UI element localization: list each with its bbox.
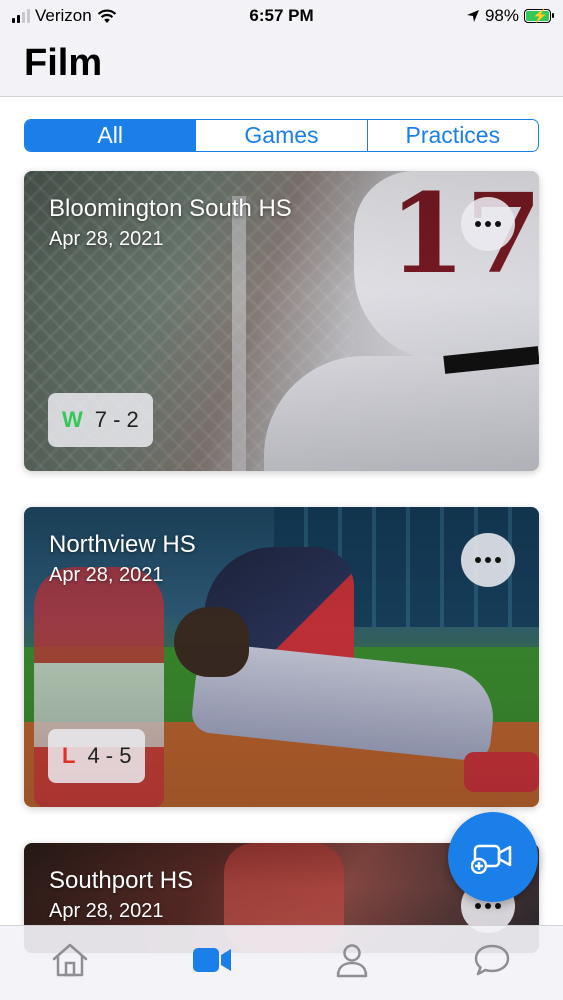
tab-messages[interactable] (470, 940, 514, 980)
status-right: 98% ⚡ (466, 6, 554, 26)
page-title: Film (24, 42, 103, 84)
result-letter: W (62, 407, 83, 432)
video-camera-icon (193, 948, 231, 972)
film-card[interactable]: Northview HS Apr 28, 2021 L 4 - 5 (24, 507, 539, 807)
film-card[interactable]: 17 Bloomington South HS Apr 28, 2021 W 7… (24, 171, 539, 471)
filter-segmented-control: All Games Practices (24, 119, 539, 152)
home-icon (52, 943, 88, 977)
navigation-header: Film (0, 34, 563, 97)
film-date: Apr 28, 2021 (49, 564, 164, 586)
tab-home[interactable] (48, 940, 92, 980)
dot (475, 221, 481, 227)
result-score: 7 - 2 (94, 407, 139, 432)
battery-charging-icon: ⚡ (524, 8, 554, 23)
location-arrow-icon (466, 10, 479, 22)
dot (485, 903, 491, 909)
battery-percent: 98% (484, 6, 519, 25)
tab-bar (0, 925, 563, 1000)
film-title: Bloomington South HS (49, 195, 292, 222)
dot (475, 557, 481, 563)
more-options-button[interactable] (461, 533, 515, 587)
tab-profile[interactable] (330, 940, 374, 980)
dot (485, 557, 491, 563)
add-video-icon (471, 844, 512, 874)
film-title: Northview HS (49, 531, 196, 558)
result-letter: L (62, 743, 76, 768)
add-video-button[interactable] (448, 812, 538, 902)
tab-film[interactable] (190, 940, 234, 980)
result-score: 4 - 5 (87, 743, 132, 768)
segment-all[interactable]: All (25, 120, 197, 151)
dot (495, 221, 501, 227)
more-options-button[interactable] (461, 197, 515, 251)
status-bar: Verizon 6:57 PM 98% ⚡ (0, 0, 563, 34)
dot (495, 903, 501, 909)
person-icon (336, 944, 368, 978)
film-date: Apr 28, 2021 (49, 900, 164, 922)
result-badge: L 4 - 5 (48, 729, 146, 783)
chat-bubble-icon (474, 944, 510, 976)
film-title: Southport HS (49, 867, 194, 894)
film-screen: Verizon 6:57 PM 98% ⚡ Film All Games Pra… (0, 0, 563, 1000)
charging-bolt-icon: ⚡ (532, 8, 549, 23)
dot (475, 903, 481, 909)
dot (485, 221, 491, 227)
segment-practices[interactable]: Practices (367, 120, 538, 151)
film-date: Apr 28, 2021 (49, 228, 164, 250)
segment-games[interactable]: Games (196, 120, 368, 151)
result-badge: W 7 - 2 (48, 393, 153, 447)
dot (495, 557, 501, 563)
